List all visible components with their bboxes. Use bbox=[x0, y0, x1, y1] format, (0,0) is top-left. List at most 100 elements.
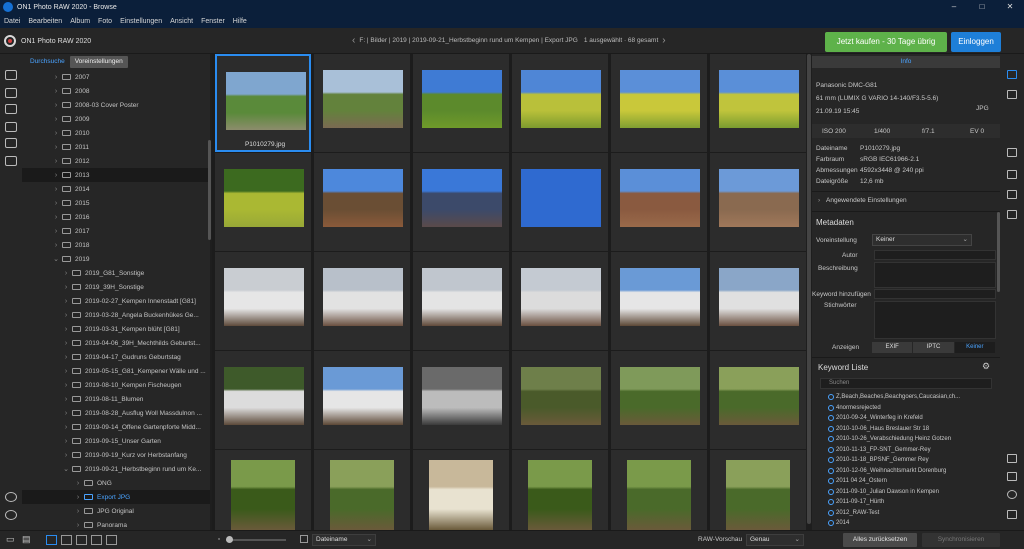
expand-caret-icon[interactable]: › bbox=[52, 130, 60, 137]
layers-icon[interactable] bbox=[1007, 148, 1017, 157]
menu-bearbeiten[interactable]: Bearbeiten bbox=[28, 18, 62, 25]
thumbnail-cell[interactable] bbox=[314, 252, 410, 350]
keyword-item[interactable]: 4normesrejected bbox=[828, 403, 998, 414]
keyword-item[interactable]: Z,Beach,Beaches,Beachgoers,Caucasian,ch.… bbox=[828, 392, 998, 403]
sort-checkbox[interactable] bbox=[300, 535, 308, 543]
tab-exif[interactable]: EXIF bbox=[872, 342, 913, 353]
tab-iptc[interactable]: IPTC bbox=[913, 342, 954, 353]
thumbnail-cell[interactable] bbox=[611, 252, 707, 350]
folder-row[interactable]: ⌄ 2019-09-21_Herbstbeginn rund um Ke... bbox=[22, 462, 210, 476]
photo-icon[interactable] bbox=[1007, 170, 1017, 179]
expand-caret-icon[interactable]: › bbox=[62, 270, 70, 277]
keyword-checkbox-icon[interactable] bbox=[828, 467, 834, 474]
expand-caret-icon[interactable]: › bbox=[52, 186, 60, 193]
grid-scrollbar[interactable] bbox=[807, 54, 811, 524]
upload-icon[interactable] bbox=[1007, 510, 1017, 519]
thumbnail-cell[interactable] bbox=[611, 450, 707, 530]
tab-preferences[interactable]: Voreinstellungen bbox=[69, 56, 128, 68]
keyword-checkbox-icon[interactable] bbox=[828, 499, 834, 506]
keyword-item[interactable]: 2010-10-06_Haus Breslauer Str 18 bbox=[828, 424, 998, 435]
expand-caret-icon[interactable]: › bbox=[62, 368, 70, 375]
folder-row[interactable]: › 2019-03-28_Angela Buckenhükes Ge... bbox=[22, 308, 210, 322]
detail-view-icon[interactable] bbox=[61, 535, 72, 545]
folder-row[interactable]: › 2011 bbox=[22, 140, 210, 154]
expand-caret-icon[interactable]: › bbox=[52, 102, 60, 109]
thumbnail-cell[interactable] bbox=[314, 153, 410, 251]
folder-row[interactable]: › 2019-09-14_Offene Gartenpforte Midd... bbox=[22, 420, 210, 434]
thumbnail-cell[interactable] bbox=[710, 153, 806, 251]
filmstrip-icon[interactable]: ▤ bbox=[22, 534, 31, 545]
panel-toggle-icon[interactable]: ▭ bbox=[6, 534, 15, 545]
gear-icon[interactable]: ⚙ bbox=[982, 361, 990, 372]
thumbnail-cell[interactable] bbox=[215, 450, 311, 530]
expand-caret-icon[interactable]: › bbox=[52, 242, 60, 249]
keyword-item[interactable]: 2011-09-10_Julian Dawson in Kempen bbox=[828, 487, 998, 498]
thumbnail-cell[interactable] bbox=[413, 450, 509, 530]
expand-caret-icon[interactable]: › bbox=[62, 340, 70, 347]
expand-caret-icon[interactable]: ⌄ bbox=[62, 465, 70, 473]
close-icon[interactable]: ✕ bbox=[996, 0, 1024, 14]
folder-row[interactable]: › Panorama bbox=[22, 518, 210, 530]
print-icon[interactable] bbox=[1007, 472, 1017, 481]
info-search-icon[interactable] bbox=[1007, 70, 1017, 79]
preset-select[interactable]: Keiner ⌄ bbox=[872, 234, 972, 246]
thumbnail-cell[interactable] bbox=[413, 54, 509, 152]
folder-row[interactable]: › 2019-05-15_G81_Kempener Wälle und ... bbox=[22, 364, 210, 378]
expand-caret-icon[interactable]: › bbox=[62, 284, 70, 291]
thumbnail-cell[interactable] bbox=[215, 351, 311, 449]
folder-row[interactable]: › 2019-04-17_Gudruns Geburtstag bbox=[22, 350, 210, 364]
thumbnail-cell[interactable]: P1010279.jpg bbox=[215, 54, 311, 152]
menu-ansicht[interactable]: Ansicht bbox=[170, 18, 193, 25]
keyword-checkbox-icon[interactable] bbox=[828, 488, 834, 495]
thumbnail-cell[interactable] bbox=[710, 54, 806, 152]
expand-caret-icon[interactable]: › bbox=[62, 354, 70, 361]
export-icon[interactable] bbox=[1007, 210, 1017, 219]
keyword-checkbox-icon[interactable] bbox=[828, 425, 834, 432]
keyword-checkbox-icon[interactable] bbox=[828, 394, 834, 401]
map-view-icon[interactable] bbox=[106, 535, 117, 545]
add-keyword-field[interactable] bbox=[874, 289, 996, 299]
resize-icon[interactable] bbox=[1007, 454, 1017, 463]
keyword-item[interactable]: 2010-12-06_Weihnachtsmarkt Dorenburg bbox=[828, 466, 998, 477]
thumbnail-cell[interactable] bbox=[710, 252, 806, 350]
folder-row[interactable]: › 2012 bbox=[22, 154, 210, 168]
breadcrumb-path[interactable]: F: | Bilder | 2019 | 2019-09-21_Herbstbe… bbox=[359, 37, 577, 44]
folder-row[interactable]: › 2019-09-15_Unser Garten bbox=[22, 434, 210, 448]
expand-caret-icon[interactable]: › bbox=[74, 480, 82, 487]
expand-caret-icon[interactable]: › bbox=[52, 116, 60, 123]
sync-button[interactable]: Synchronisieren bbox=[922, 533, 1000, 547]
expand-caret-icon[interactable]: › bbox=[52, 228, 60, 235]
slider-handle[interactable] bbox=[226, 536, 233, 543]
thumbnail-size-slider[interactable] bbox=[226, 536, 286, 543]
keyword-item[interactable]: 2014 bbox=[828, 518, 998, 529]
keyword-item[interactable]: 2011 04 24_Ostern bbox=[828, 476, 998, 487]
tab-none[interactable]: Keiner bbox=[954, 342, 995, 353]
keyword-item[interactable]: 2010-11-13_FP-SNT_Gemmer-Rey bbox=[828, 445, 998, 456]
thumbnail-cell[interactable] bbox=[413, 351, 509, 449]
menu-hilfe[interactable]: Hilfe bbox=[233, 18, 247, 25]
maximize-icon[interactable]: □ bbox=[968, 0, 996, 14]
folder-row[interactable]: › 2017 bbox=[22, 224, 210, 238]
filter-icon[interactable] bbox=[1007, 190, 1017, 199]
help-icon[interactable] bbox=[5, 510, 17, 520]
thumbnail-cell[interactable] bbox=[215, 252, 311, 350]
expand-caret-icon[interactable]: › bbox=[52, 200, 60, 207]
folder-row[interactable]: › 2018 bbox=[22, 238, 210, 252]
thumbnail-cell[interactable] bbox=[512, 450, 608, 530]
thumbnail-cell[interactable] bbox=[512, 351, 608, 449]
author-field[interactable] bbox=[874, 250, 996, 260]
login-button[interactable]: Einloggen bbox=[951, 32, 1001, 52]
buy-button[interactable]: Jetzt kaufen - 30 Tage übrig bbox=[825, 32, 947, 52]
keywords-field[interactable] bbox=[874, 301, 996, 339]
folder-row[interactable]: › 2013 bbox=[22, 168, 210, 182]
thumbnail-cell[interactable] bbox=[611, 153, 707, 251]
folder-row[interactable]: › 2019-09-19_Kurz vor Herbstanfang bbox=[22, 448, 210, 462]
keyword-checkbox-icon[interactable] bbox=[828, 478, 834, 485]
minimize-icon[interactable]: – bbox=[940, 0, 968, 14]
compare-view-icon[interactable] bbox=[91, 535, 102, 545]
menu-fenster[interactable]: Fenster bbox=[201, 18, 225, 25]
folder-row[interactable]: › 2019-08-28_Ausflug Woll Massdulnon ... bbox=[22, 406, 210, 420]
keyword-checkbox-icon[interactable] bbox=[828, 436, 834, 443]
folder-row[interactable]: › 2019_G81_Sonstige bbox=[22, 266, 210, 280]
folder-row[interactable]: › 2015 bbox=[22, 196, 210, 210]
